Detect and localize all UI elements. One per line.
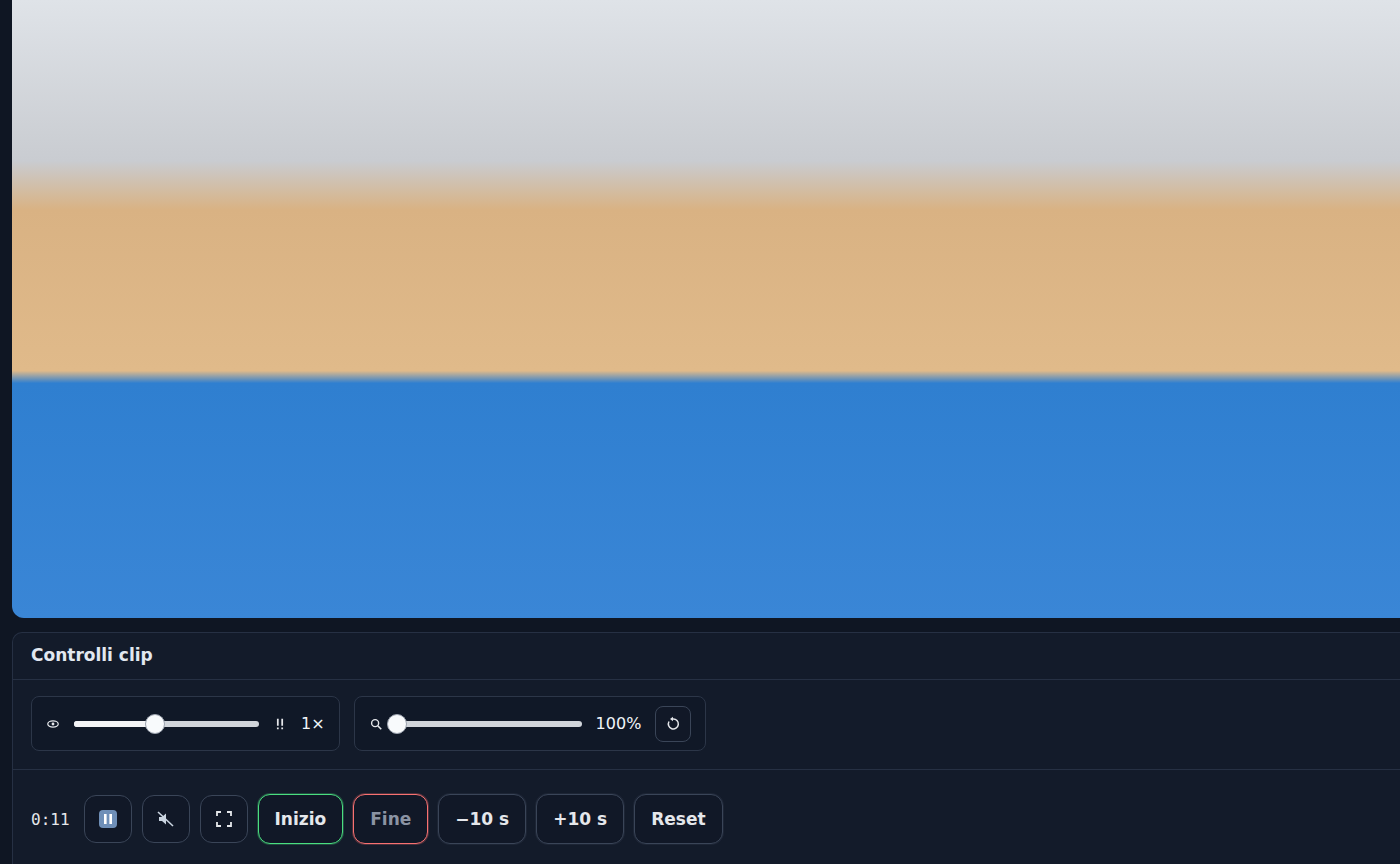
clip-player: Controlli clip 1× 100% 0:11 InizioFine−1…: [0, 0, 1400, 864]
muted-speaker-icon: [156, 809, 176, 829]
panel-title: Controlli clip: [13, 633, 1400, 680]
video-frame[interactable]: [12, 0, 1400, 618]
reset-icon: [665, 716, 681, 732]
slider-thumb[interactable]: [145, 714, 165, 734]
zoom-control: 100%: [354, 696, 707, 751]
speed-slider[interactable]: [74, 721, 259, 727]
clip-button[interactable]: +10 s: [536, 794, 624, 844]
mute-button[interactable]: [142, 795, 190, 843]
clip-controls-panel: Controlli clip 1× 100% 0:11 InizioFine−1…: [12, 632, 1400, 864]
eye-icon: [46, 717, 60, 731]
clip-button[interactable]: Inizio: [258, 794, 344, 844]
zoom-slider[interactable]: [397, 721, 582, 727]
speed-control: 1×: [31, 696, 340, 751]
search-icon: [369, 717, 383, 731]
fullscreen-icon: [214, 809, 234, 829]
clip-button[interactable]: Reset: [634, 794, 722, 844]
reset-zoom-button[interactable]: [655, 706, 691, 742]
clip-button[interactable]: Fine: [353, 794, 428, 844]
slider-thumb[interactable]: [387, 714, 407, 734]
play-pause-button[interactable]: [84, 795, 132, 843]
clip-button[interactable]: −10 s: [438, 794, 526, 844]
zoom-reading: 100%: [596, 714, 642, 733]
sliders-row: 1× 100%: [13, 680, 1400, 770]
fullscreen-button[interactable]: [200, 795, 248, 843]
fast-icon: [273, 717, 287, 731]
speed-reading: 1×: [301, 714, 325, 733]
playback-row: 0:11 InizioFine−10 s+10 sReset: [13, 770, 1400, 864]
pause-icon: [98, 809, 118, 829]
current-time: 0:11: [31, 810, 70, 829]
